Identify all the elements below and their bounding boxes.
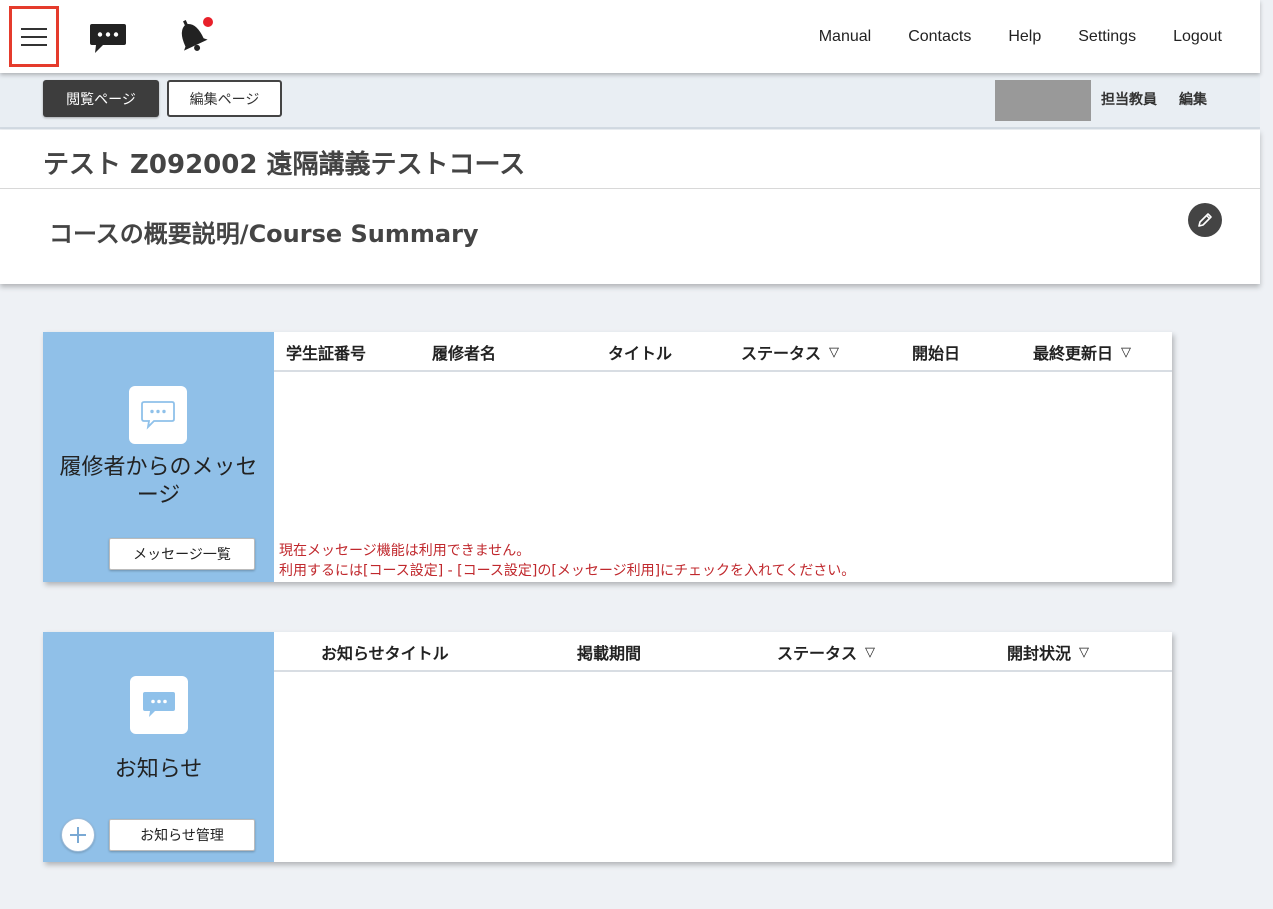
menu-line [21,27,47,30]
news-icon [130,676,188,734]
chat-icon[interactable] [88,22,128,56]
nav-settings-link[interactable]: Settings [1078,28,1136,46]
sort-triangle-icon: ▽ [1079,644,1090,660]
pencil-icon [1198,213,1212,227]
header-divider [274,370,1172,372]
column-label: 掲載期間 [577,644,642,663]
news-panel-label: お知らせ [114,757,203,782]
page-mode-bar: 閲覧ページ 編集ページ 担当教員 編集 [0,73,1260,129]
header-divider [274,670,1172,672]
column-label: 開始日 [912,344,961,363]
column-open-status-sort[interactable]: 開封状況 ▽ [1007,632,1089,672]
teacher-edit-link[interactable]: 編集 [1179,89,1207,109]
column-label: お知らせタイトル [321,644,449,663]
sort-triangle-icon: ▽ [1121,344,1132,360]
news-manage-button[interactable]: お知らせ管理 [109,819,255,851]
message-notice: 現在メッセージ機能は利用できません。 利用するには[コース設定] - [コース設… [279,541,855,581]
notice-line: 利用するには[コース設定] - [コース設定]の[メッセージ利用]にチェックを入… [279,563,856,579]
column-label: 履修者名 [432,344,497,363]
edit-page-button[interactable]: 編集ページ [167,80,282,117]
messages-panel-side: 履修者からのメッセージ メッセージ一覧 [43,332,274,582]
column-status-sort[interactable]: ステータス ▽ [741,332,839,372]
top-navigation: Manual Contacts Help Settings Logout [782,28,1222,46]
column-label: ステータス [741,344,822,363]
column-news-status-sort[interactable]: ステータス ▽ [777,632,875,672]
add-news-button[interactable] [61,818,95,852]
column-label: タイトル [608,344,673,363]
nav-contacts-link[interactable]: Contacts [908,28,971,46]
top-bar: Manual Contacts Help Settings Logout [0,0,1260,73]
sort-triangle-icon: ▽ [829,344,840,360]
news-panel-side: お知らせ お知らせ管理 [43,632,274,862]
course-summary-title: コースの概要説明/Course Summary [49,220,479,248]
message-list-button[interactable]: メッセージ一覧 [109,538,255,570]
column-student-name: 履修者名 [432,332,496,372]
column-last-updated-sort[interactable]: 最終更新日 ▽ [1033,332,1131,372]
course-header: テスト Z092002 遠隔講義テストコース コースの概要説明/Course S… [0,130,1260,284]
messages-panel-label: 履修者からのメッセージ [59,455,258,508]
column-student-id: 学生証番号 [286,332,366,372]
news-panel: お知らせ お知らせ管理 お知らせタイトル 掲載期間 ステータス ▽ 開封状況 ▽ [43,632,1172,862]
nav-help-link[interactable]: Help [1008,28,1041,46]
hamburger-menu-button[interactable] [9,6,59,67]
messages-panel: 履修者からのメッセージ メッセージ一覧 学生証番号 履修者名 タイトル ステータ… [43,332,1172,582]
column-start-date: 開始日 [912,332,960,372]
course-title: テスト Z092002 遠隔講義テストコース [43,150,526,180]
menu-line [21,43,47,46]
teacher-label: 担当教員 [1101,92,1157,108]
column-label: 学生証番号 [286,344,367,363]
edit-summary-button[interactable] [1188,203,1222,237]
column-label: 最終更新日 [1033,344,1114,363]
divider [0,188,1260,189]
notice-line: 現在メッセージ機能は利用できません。 [279,543,531,559]
nav-logout-link[interactable]: Logout [1173,28,1222,46]
notification-bell-icon[interactable] [170,15,216,57]
teacher-photo-placeholder [995,80,1091,121]
view-page-button[interactable]: 閲覧ページ [43,80,159,117]
nav-manual-link[interactable]: Manual [819,28,871,46]
column-label: 開封状況 [1007,644,1072,663]
column-publish-period: 掲載期間 [577,632,641,672]
column-label: ステータス [777,644,858,663]
column-title: タイトル [608,332,672,372]
sort-triangle-icon: ▽ [865,644,876,660]
plus-icon [70,827,86,843]
column-news-title: お知らせタイトル [321,632,449,672]
menu-line [21,35,47,38]
message-icon [129,386,187,444]
